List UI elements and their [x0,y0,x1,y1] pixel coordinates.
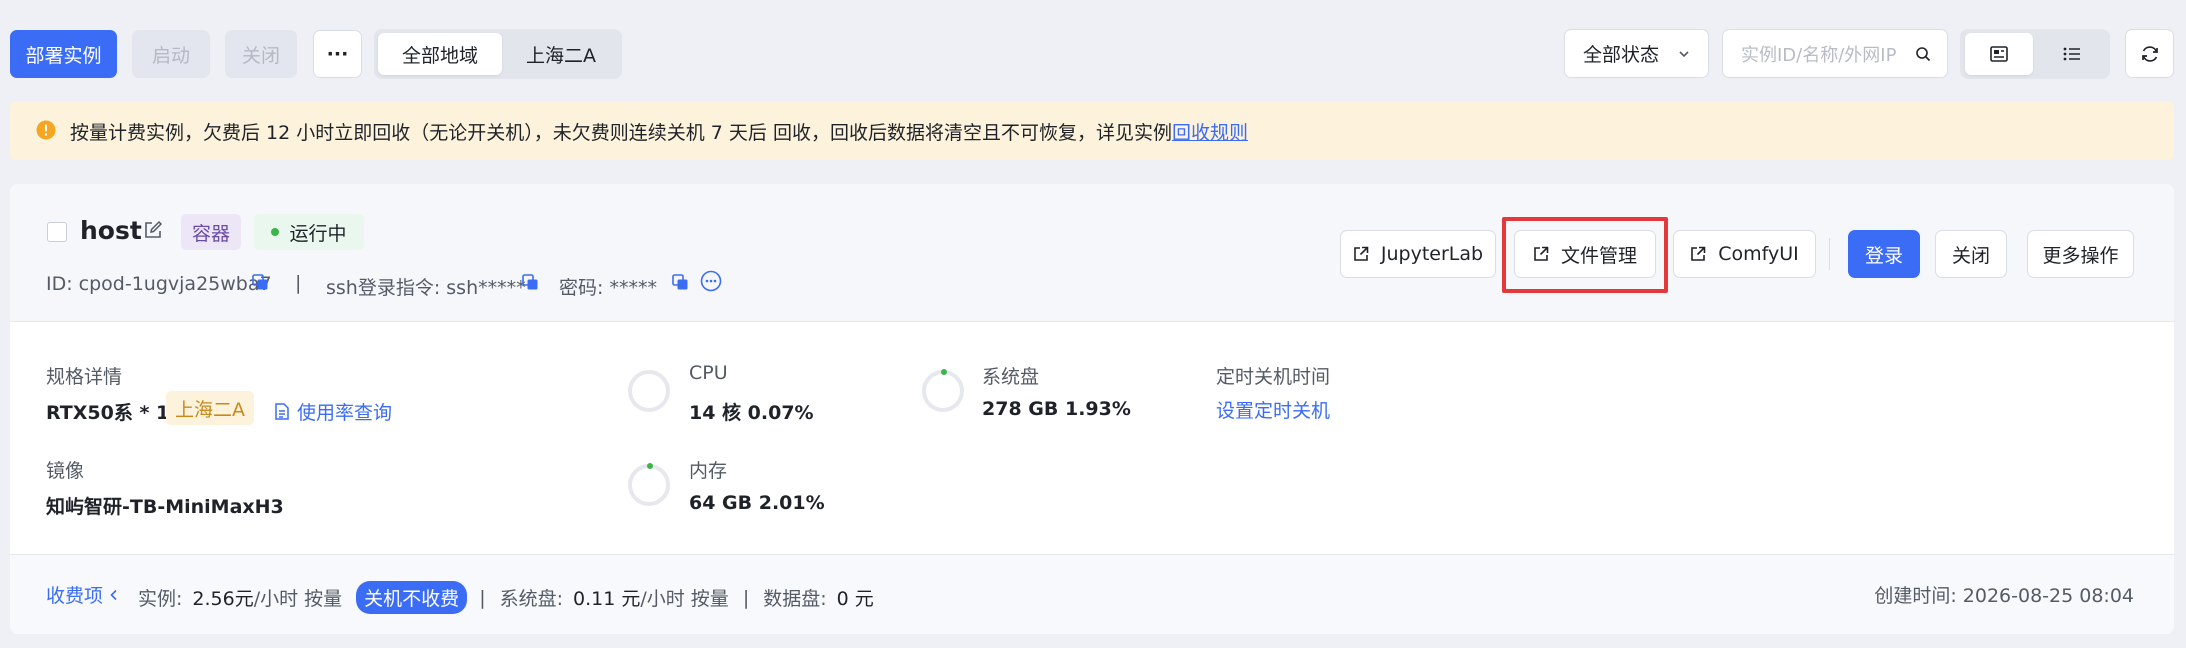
system-disk-value: 278 GB 1.93% [982,398,1131,420]
card-view-icon [1990,46,2008,62]
jupyterlab-label: JupyterLab [1380,243,1484,265]
external-link-icon [1690,246,1706,262]
comfyui-label: ComfyUI [1718,243,1799,265]
region-tag: 上海二A [166,391,254,425]
copy-ssh-icon[interactable] [522,274,539,291]
usage-query-link[interactable]: 使用率查询 [275,398,392,425]
search-box[interactable]: 实例ID/名称/外网IP [1722,29,1948,78]
container-tag: 容器 [181,214,241,250]
billing-toggle-label: 收费项 [46,585,104,607]
off-no-charge-badge: 关机不收费 [356,581,468,614]
copy-password-icon[interactable] [672,274,689,291]
memory-usage-ring [628,463,670,506]
refresh-button[interactable] [2125,29,2174,78]
instance-price-label: 实例: [138,588,183,610]
start-button[interactable]: 启动 [132,30,210,78]
more-actions-button[interactable]: 更多操作 [2027,230,2134,278]
data-disk-price: 0 元 [836,588,874,610]
cpu-label: CPU [689,362,728,384]
usage-dot [647,463,653,469]
search-input[interactable]: 实例ID/名称/外网IP [1741,41,1896,67]
recycle-rules-link[interactable]: 回收规则 [1172,122,1248,144]
billing-toggle[interactable]: 收费项 [46,581,119,608]
notice-message: 按量计费实例，欠费后 12 小时立即回收（无论开关机），未欠费则连续关机 7 天… [70,118,1248,145]
disk-price-unit: /小时 按量 [640,588,729,610]
chevron-down-icon [1678,48,1690,60]
list-view-icon [2063,47,2081,61]
list-view-toggle[interactable] [2038,33,2106,75]
status-select-value: 全部状态 [1583,44,1660,66]
password-text: 密码: ***** [559,277,657,299]
cpu-value: 14 核 0.07% [689,402,814,424]
document-icon [275,403,289,420]
instance-card: host 容器 运行中 ID: cpod-1ugvja25wba7 | ssh登… [10,184,2174,634]
external-link-icon [1533,246,1549,262]
status-dot [271,228,280,236]
cpu-usage-ring [628,370,670,412]
billing-separator: | [742,586,750,609]
disk-usage-ring [922,369,964,412]
recycle-notice: 按量计费实例，欠费后 12 小时立即回收（无论开关机），未欠费则连续关机 7 天… [10,101,2174,160]
warning-icon [36,120,56,140]
status-badge: 运行中 [254,214,364,250]
more-options-icon[interactable] [700,270,722,292]
image-value: 知屿智研-TB-MiniMaxH3 [46,496,284,518]
notice-text: 按量计费实例，欠费后 12 小时立即回收（无论开关机），未欠费则连续关机 7 天… [70,122,1172,144]
file-manager-button[interactable]: 文件管理 [1514,230,1656,278]
instance-name: host [80,216,142,245]
file-manager-label: 文件管理 [1560,244,1637,267]
usage-query-label: 使用率查询 [297,402,393,424]
system-disk-label: 系统盘 [982,366,1040,388]
instance-price-unit: /小时 按量 [253,588,343,610]
deploy-instance-button[interactable]: 部署实例 [10,30,117,78]
memory-value: 64 GB 2.01% [689,492,825,514]
copy-id-icon[interactable] [252,274,269,291]
chevron-left-icon [109,589,119,601]
edit-name-icon[interactable] [143,220,163,240]
created-time: 创建时间: 2026-08-25 08:04 [1874,585,2134,607]
status-text: 运行中 [289,222,347,245]
view-switch [1960,29,2110,79]
ssh-command: ssh登录指令: ssh***** [326,277,526,299]
status-select[interactable]: 全部状态 [1564,29,1709,78]
comfyui-button[interactable]: ComfyUI [1673,230,1816,278]
billing-footer: 收费项 实例: 2.56元 /小时 按量 关机不收费 | 系统盘: 0.11 元… [10,554,2174,634]
disk-price: 0.11 元 [573,588,641,610]
disk-price-label: 系统盘: [499,588,563,610]
timer-label: 定时关机时间 [1216,366,1331,388]
refresh-icon [2140,44,2160,64]
tab-all-regions[interactable]: 全部地域 [378,33,502,75]
usage-dot [941,369,947,375]
instance-price: 2.56元 [192,588,254,610]
more-button[interactable]: ··· [313,30,362,78]
billing-details: 实例: 2.56元 /小时 按量 关机不收费 | 系统盘: 0.11 元 /小时… [138,581,874,614]
instance-header: host 容器 运行中 ID: cpod-1ugvja25wba7 | ssh登… [10,184,2174,322]
billing-separator: | [479,586,486,609]
select-checkbox[interactable] [47,222,67,242]
spec-value: RTX50系 * 1 [46,402,170,424]
external-link-icon [1353,246,1369,262]
image-label: 镜像 [46,460,85,482]
close-button[interactable]: 关闭 [225,30,297,78]
data-disk-label: 数据盘: [763,588,827,610]
search-icon[interactable] [1915,46,1931,62]
set-timer-link[interactable]: 设置定时关机 [1216,396,1330,423]
actions-divider [1829,238,1830,270]
tab-shanghai-2a[interactable]: 上海二A [504,33,618,75]
instance-close-button[interactable]: 关闭 [1935,230,2007,278]
card-view-toggle[interactable] [1965,33,2033,75]
instance-id: ID: cpod-1ugvja25wba7 [46,273,272,295]
region-switch: 全部地域 上海二A [374,29,622,79]
jupyterlab-button[interactable]: JupyterLab [1340,230,1496,278]
header-divider: | [295,272,302,294]
login-button[interactable]: 登录 [1848,230,1920,278]
spec-label: 规格详情 [46,366,123,388]
memory-label: 内存 [689,460,728,482]
